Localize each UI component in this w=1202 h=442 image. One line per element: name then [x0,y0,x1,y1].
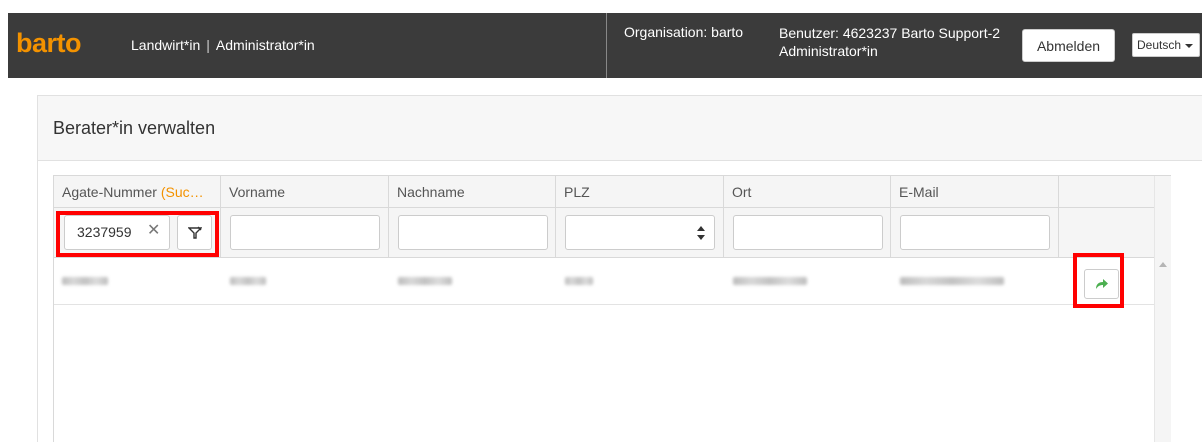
redacted-postal-code [565,277,593,285]
filter-cell-email [891,208,1059,257]
header-divider [606,13,607,78]
column-header-actions [1059,176,1154,207]
number-spinner-icon[interactable] [696,224,706,242]
language-value: Deutsch [1137,38,1182,52]
page-title: Berater*in verwalten [53,118,216,138]
column-header-agate-nummer[interactable]: Agate-Nummer (Suc… [54,176,221,207]
chevron-down-icon [1185,43,1194,48]
share-arrow-icon [1095,279,1108,289]
column-header-email[interactable]: E-Mail [891,176,1059,207]
filter-remove-icon [187,226,202,239]
role-separator: | [206,37,210,53]
filter-cell-ort [724,208,891,257]
table-row[interactable] [54,258,1154,305]
email-filter-input[interactable] [900,215,1050,250]
advisor-grid: Agate-Nummer (Suc… Vorname Nachname PLZ … [53,175,1171,442]
filter-cell-nachname [389,208,556,257]
ort-filter-input[interactable] [733,215,883,250]
open-advisor-button[interactable] [1084,269,1119,299]
grid-header-row: Agate-Nummer (Suc… Vorname Nachname PLZ … [54,176,1154,208]
role-breadcrumb: Landwirt*in | Administrator*in [131,37,315,53]
filter-remove-button[interactable] [177,215,212,250]
redacted-city [733,277,807,285]
close-icon[interactable]: ✕ [147,223,160,239]
nachname-filter-input[interactable] [398,215,548,250]
filter-cell-actions [1059,208,1154,257]
language-select[interactable]: Deutsch [1132,33,1200,57]
scroll-up-arrow-icon[interactable] [1159,262,1167,267]
role-farmer[interactable]: Landwirt*in [131,37,200,53]
redacted-agate-number [62,277,108,285]
column-header-plz[interactable]: PLZ [556,176,724,207]
top-navigation-bar: barto Landwirt*in | Administrator*in Organ… [8,13,1202,78]
user-role: Administrator*in [779,43,878,59]
vorname-filter-input[interactable] [230,215,380,250]
redacted-email [900,277,1004,285]
panel-header: Berater*in verwalten [38,96,1202,161]
user-name: Benutzer: 4623237 Barto Support-2 [779,25,1001,41]
redacted-last-name [398,277,452,285]
logout-button[interactable]: Abmelden [1022,29,1115,62]
column-header-nachname[interactable]: Nachname [389,176,556,207]
filter-cell-vorname [221,208,389,257]
redacted-first-name [230,277,266,285]
filter-cell-agate: 3237959 ✕ [54,208,221,257]
filter-row: 3237959 ✕ [54,208,1154,258]
user-info: Benutzer: 4623237 Barto Support-2 Admini… [779,24,1000,60]
plz-filter-input[interactable] [565,215,715,250]
organisation-label: Organisation: barto [624,24,744,40]
column-header-vorname[interactable]: Vorname [221,176,389,207]
column-label: Agate-Nummer [62,184,161,200]
filter-cell-plz [556,208,724,257]
barto-logo[interactable]: barto [16,28,82,59]
column-sublabel: (Suc… [160,184,204,200]
role-admin[interactable]: Administrator*in [216,37,315,53]
column-header-ort[interactable]: Ort [724,176,891,207]
vertical-scrollbar[interactable] [1154,176,1171,442]
